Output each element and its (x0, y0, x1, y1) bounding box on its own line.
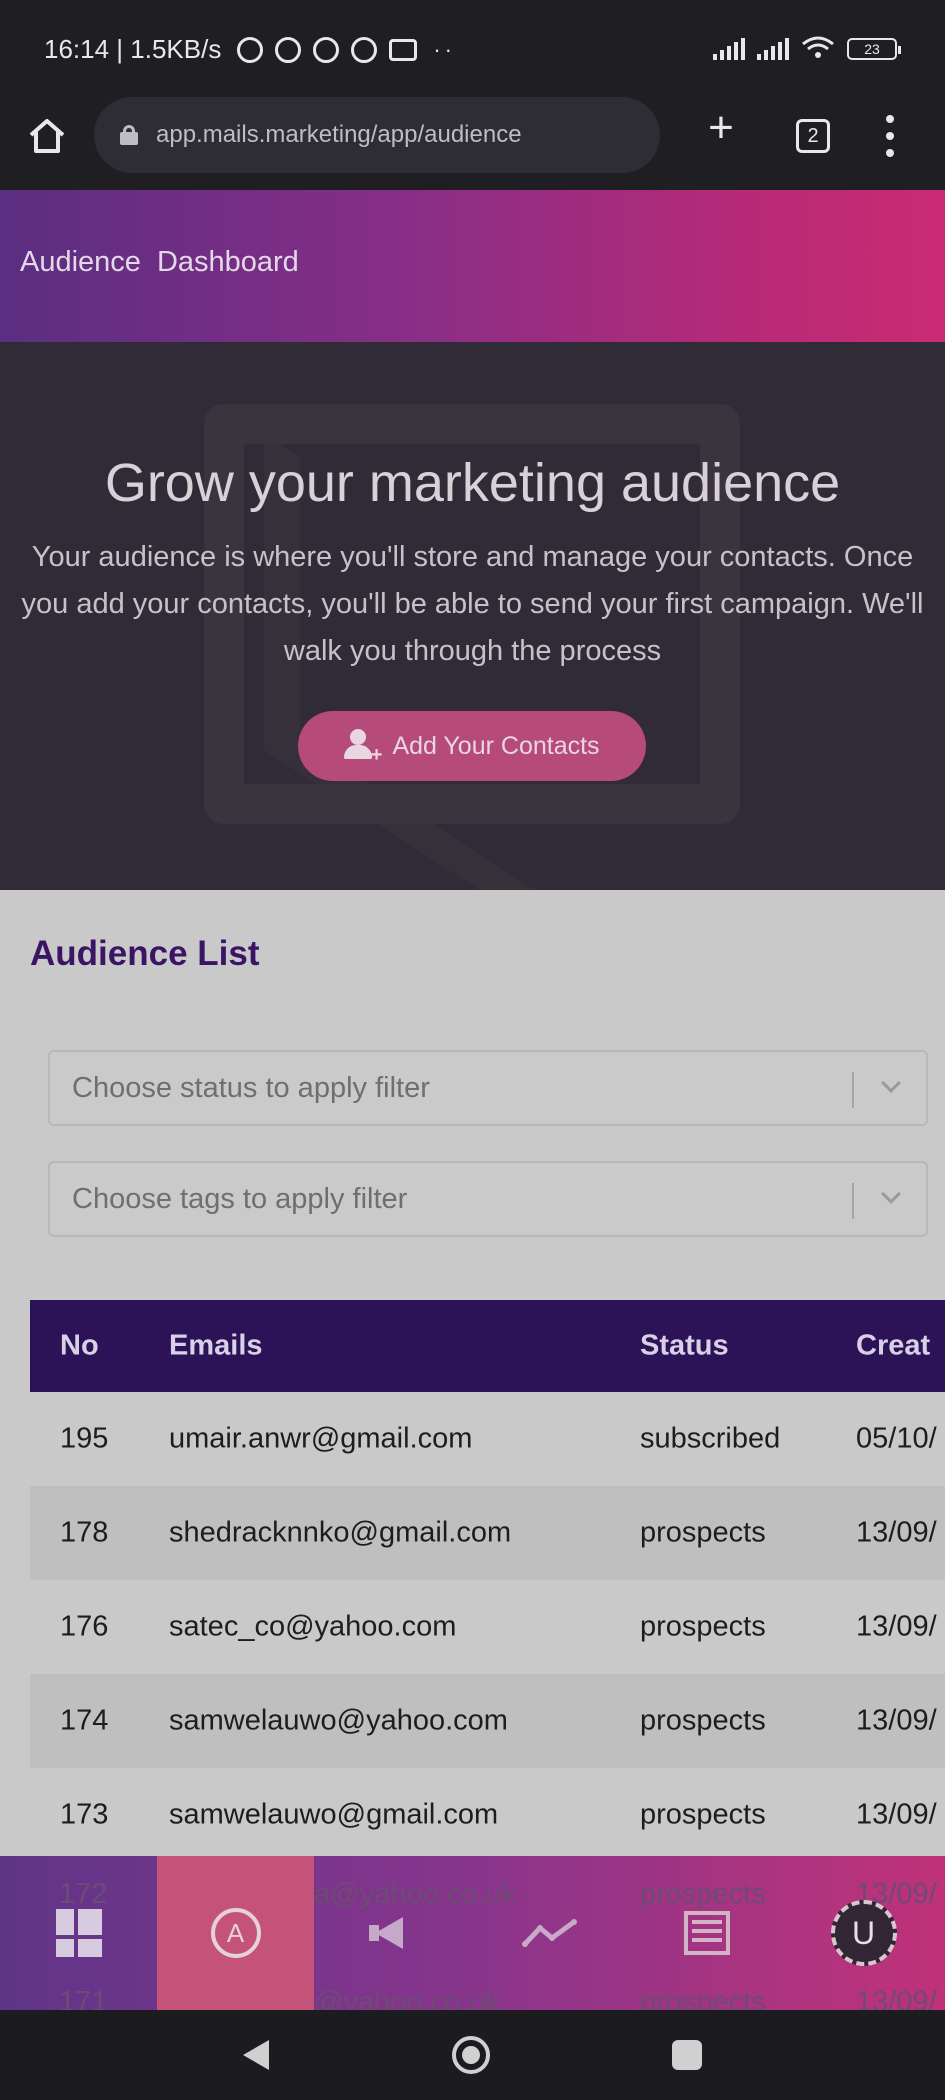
url-bar[interactable]: app.mails.marketing/app/audience (94, 97, 660, 173)
nav-audience[interactable]: A (157, 1856, 314, 2010)
status-left: 16:14 | 1.5KB/s ·· (44, 34, 456, 65)
row-status: prospects (640, 1704, 766, 1737)
status-bar: 16:14 | 1.5KB/s ·· 23 (0, 0, 945, 95)
nav-templates[interactable] (628, 1856, 785, 2010)
status-filter-placeholder: Choose status to apply filter (72, 1071, 430, 1104)
row-no: 195 (60, 1422, 109, 1455)
audience-icon: A (210, 1908, 261, 1958)
row-no: 173 (60, 1798, 109, 1831)
gmail-icon (389, 38, 418, 61)
hero-banner: Grow your marketing audience Your audien… (0, 342, 945, 890)
column-header-status[interactable]: Status (640, 1330, 729, 1363)
row-created: 05/10/ (856, 1422, 937, 1455)
table-row[interactable]: 195 umair.anwr@gmail.com subscribed 05/1… (30, 1392, 945, 1486)
row-no: 176 (60, 1610, 109, 1643)
row-status: prospects (640, 1516, 766, 1549)
home-circle-icon[interactable] (452, 2036, 490, 2074)
breadcrumb-dashboard[interactable]: Dashboard (157, 246, 299, 279)
nav-analytics[interactable] (471, 1856, 628, 2010)
more-notifications-icon: ·· (433, 36, 456, 62)
status-right: 23 (713, 36, 901, 60)
whatsapp-icon (313, 36, 340, 63)
chevron-down-icon[interactable] (881, 1073, 901, 1093)
tags-filter-select[interactable]: Choose tags to apply filter (48, 1161, 928, 1237)
system-navigation-bar (0, 2010, 945, 2100)
row-no: 174 (60, 1704, 109, 1737)
signal-icon (713, 38, 745, 60)
add-contacts-label: Add Your Contacts (392, 731, 600, 760)
nav-dashboard[interactable] (0, 1856, 157, 2010)
row-status: prospects (640, 1610, 766, 1643)
table-row[interactable]: 178 shedracknnko@gmail.com prospects 13/… (30, 1486, 945, 1580)
row-created: 13/09/ (856, 1610, 937, 1643)
tab-switcher-button[interactable]: 2 (796, 119, 830, 153)
recent-apps-icon[interactable] (672, 2040, 702, 2070)
template-list-icon (683, 1911, 730, 1955)
row-created: 13/09/ (856, 1798, 937, 1831)
mute-bell-icon (237, 36, 264, 63)
breadcrumb-audience[interactable]: Audience (20, 246, 141, 279)
row-status: subscribed (640, 1422, 781, 1455)
row-no: 178 (60, 1516, 109, 1549)
hero-title: Grow your marketing audience (104, 453, 841, 513)
alarm-clock-icon (351, 36, 378, 63)
row-email: shedracknnko@gmail.com (169, 1516, 512, 1549)
home-icon[interactable] (26, 115, 68, 157)
dashboard-icon (55, 1909, 102, 1957)
table-row[interactable]: 176 satec_co@yahoo.com prospects 13/09/ (30, 1580, 945, 1674)
table-row[interactable]: 174 samwelauwo@yahoo.com prospects 13/09… (30, 1674, 945, 1768)
row-email: samwelauwo@gmail.com (169, 1798, 499, 1831)
url-text: app.mails.marketing/app/audience (156, 121, 522, 148)
notification-icons (237, 36, 418, 63)
row-email: satec_co@yahoo.com (169, 1610, 457, 1643)
add-contacts-button[interactable]: + Add Your Contacts (298, 711, 646, 781)
column-header-no[interactable]: No (60, 1330, 99, 1363)
wifi-icon (802, 36, 834, 58)
clock-network-speed: 16:14 | 1.5KB/s (44, 34, 222, 64)
lock-icon (120, 125, 138, 145)
browser-menu-icon[interactable] (880, 115, 900, 157)
table-row[interactable]: 173 samwelauwo@gmail.com prospects 13/09… (30, 1768, 945, 1862)
select-separator (852, 1183, 854, 1219)
app-header: Audience Dashboard (0, 190, 945, 342)
row-status: prospects (640, 1798, 766, 1831)
audience-section: Audience List Choose status to apply fil… (0, 890, 945, 2010)
row-created: 13/09/ (856, 1704, 937, 1737)
breadcrumb: Audience Dashboard (20, 246, 299, 279)
browser-toolbar: app.mails.marketing/app/audience + 2 (0, 95, 945, 190)
row-created: 13/09/ (856, 1516, 937, 1549)
bottom-navigation: 172 a@yahoo.co.uk prospects 13/09/ 171 @… (0, 1856, 945, 2018)
status-filter-select[interactable]: Choose status to apply filter (48, 1050, 928, 1126)
nav-campaigns[interactable] (314, 1856, 471, 2010)
column-header-emails[interactable]: Emails (169, 1330, 263, 1363)
megaphone-icon (368, 1915, 417, 1951)
row-email: samwelauwo@yahoo.com (169, 1704, 508, 1737)
alarm-icon (275, 36, 302, 63)
signal-icon-2 (757, 38, 789, 60)
new-tab-button[interactable]: + (700, 106, 742, 150)
table-header: No Emails Status Creat (30, 1300, 945, 1392)
battery-icon: 23 (847, 38, 901, 60)
tags-filter-placeholder: Choose tags to apply filter (72, 1182, 408, 1215)
back-icon[interactable] (243, 2040, 269, 2070)
user-avatar: U (830, 1900, 897, 1966)
audience-list-title: Audience List (30, 934, 260, 973)
audience-table: No Emails Status Creat 195 umair.anwr@gm… (30, 1300, 945, 1862)
add-user-icon: + (344, 729, 382, 765)
chevron-down-icon[interactable] (881, 1184, 901, 1204)
hero-description: Your audience is where you'll store and … (21, 541, 924, 667)
column-header-created[interactable]: Creat (856, 1330, 930, 1363)
trend-line-icon (521, 1919, 577, 1947)
nav-profile[interactable]: U (785, 1856, 942, 2010)
select-separator (852, 1072, 854, 1108)
row-email: umair.anwr@gmail.com (169, 1422, 473, 1455)
